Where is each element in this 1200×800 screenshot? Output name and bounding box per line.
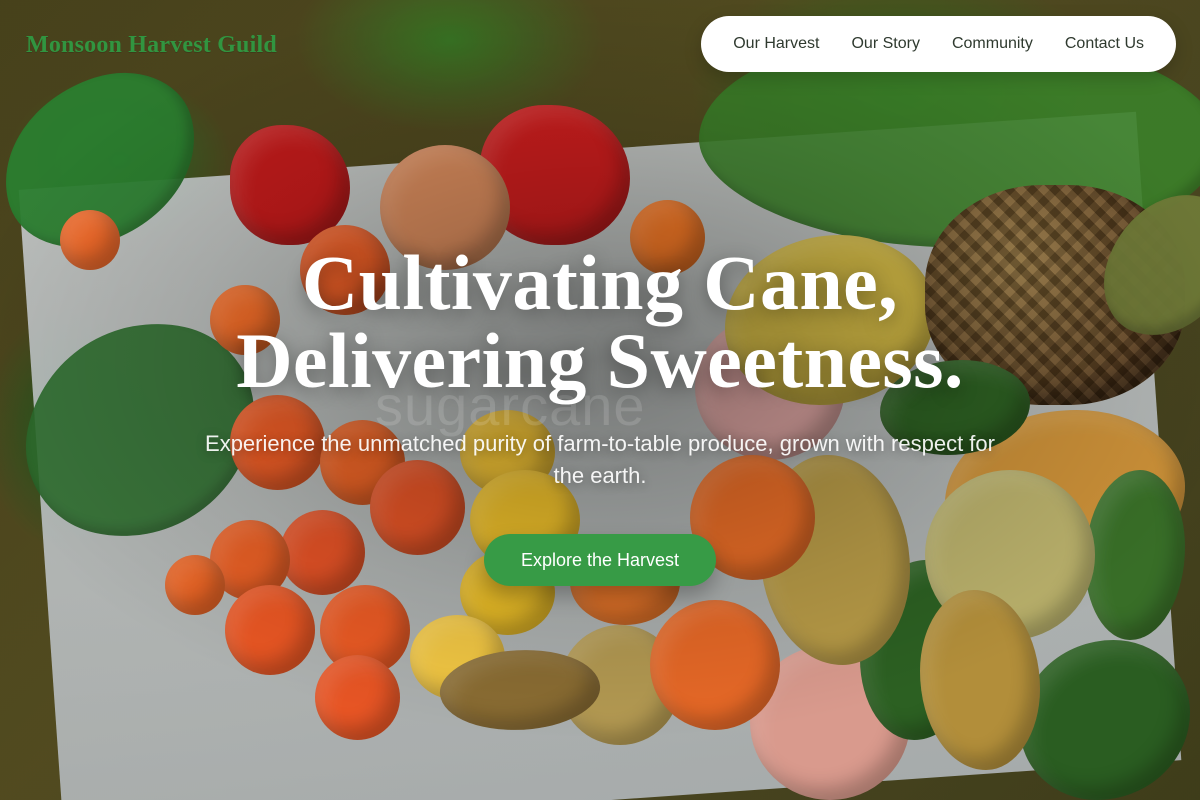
primary-nav: Our Harvest Our Story Community Contact … [701,16,1176,72]
orange [315,655,400,740]
hero-title: Cultivating Cane, Delivering Sweetness. [0,244,1200,400]
orange [225,585,315,675]
hero-subtitle: Experience the unmatched purity of farm-… [205,431,995,488]
nav-item-community[interactable]: Community [952,16,1033,72]
hero-title-line-2: Delivering Sweetness. [236,317,964,404]
nav-item-contact-us[interactable]: Contact Us [1065,16,1144,72]
nav-item-our-story[interactable]: Our Story [851,16,919,72]
hero-content: Cultivating Cane, Delivering Sweetness. … [0,244,1200,586]
hero-title-line-1: Cultivating Cane, [301,239,899,326]
brand-logo[interactable]: Monsoon Harvest Guild [26,32,277,59]
explore-harvest-button[interactable]: Explore the Harvest [484,533,716,586]
landing-page: Monsoon Harvest Guild Our Harvest Our St… [0,0,1200,800]
persimmon [650,600,780,730]
nav-item-our-harvest[interactable]: Our Harvest [733,16,819,72]
